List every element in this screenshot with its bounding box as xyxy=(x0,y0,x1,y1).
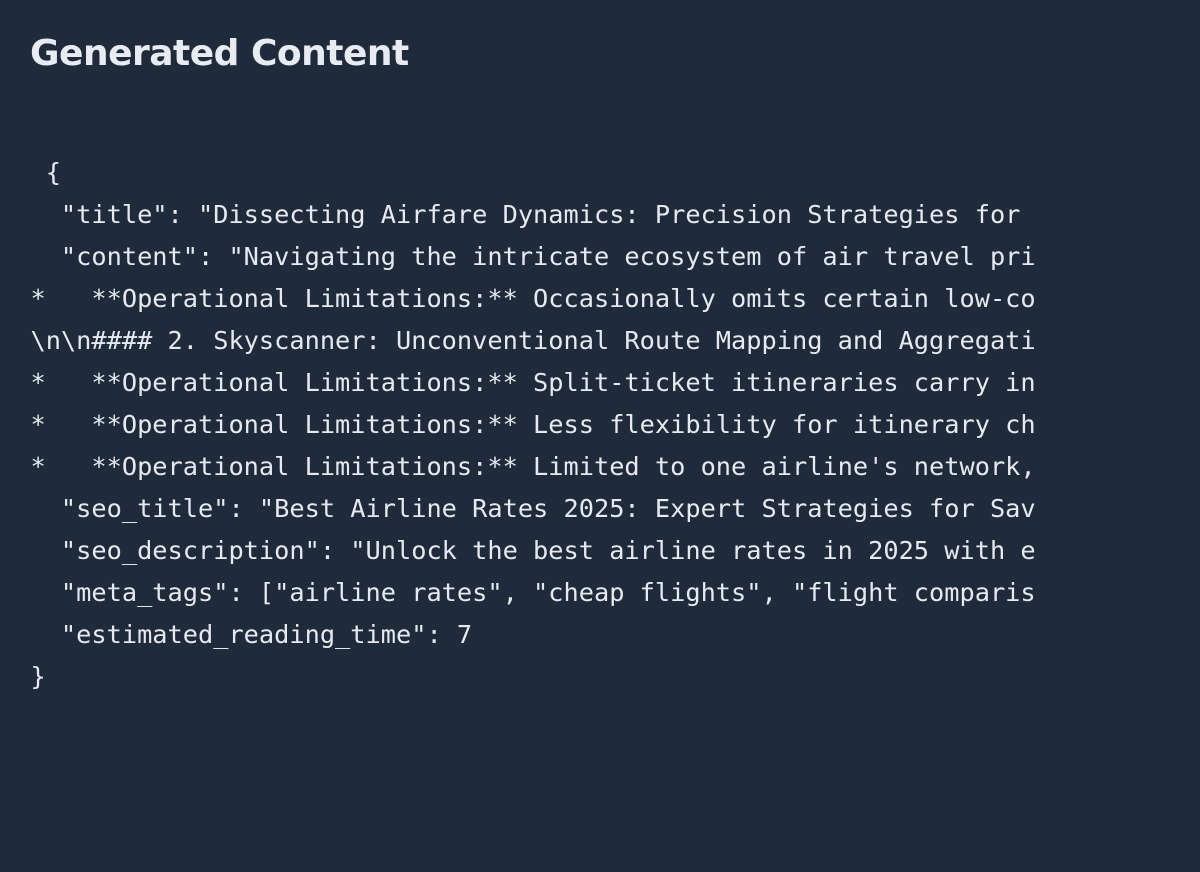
code-line: "content": "Navigating the intricate eco… xyxy=(0,242,1036,271)
code-line: "seo_title": "Best Airline Rates 2025: E… xyxy=(0,494,1036,523)
code-line: "meta_tags": ["airline rates", "cheap fl… xyxy=(0,578,1036,607)
code-line: * **Operational Limitations:** Limited t… xyxy=(0,452,1036,481)
code-line: "title": "Dissecting Airfare Dynamics: P… xyxy=(0,200,1036,229)
page-title: Generated Content xyxy=(30,33,409,74)
code-line: * **Operational Limitations:** Occasiona… xyxy=(0,284,1036,313)
generated-json-output: { "title": "Dissecting Airfare Dynamics:… xyxy=(0,152,1200,698)
code-line: { xyxy=(0,158,61,187)
code-line: \n\n#### 2. Skyscanner: Unconventional R… xyxy=(0,326,1036,355)
code-line: * **Operational Limitations:** Less flex… xyxy=(0,410,1036,439)
code-line: "estimated_reading_time": 7 xyxy=(0,620,473,649)
code-line: * **Operational Limitations:** Split-tic… xyxy=(0,368,1036,397)
code-line: "seo_description": "Unlock the best airl… xyxy=(0,536,1036,565)
code-line: } xyxy=(0,662,46,691)
